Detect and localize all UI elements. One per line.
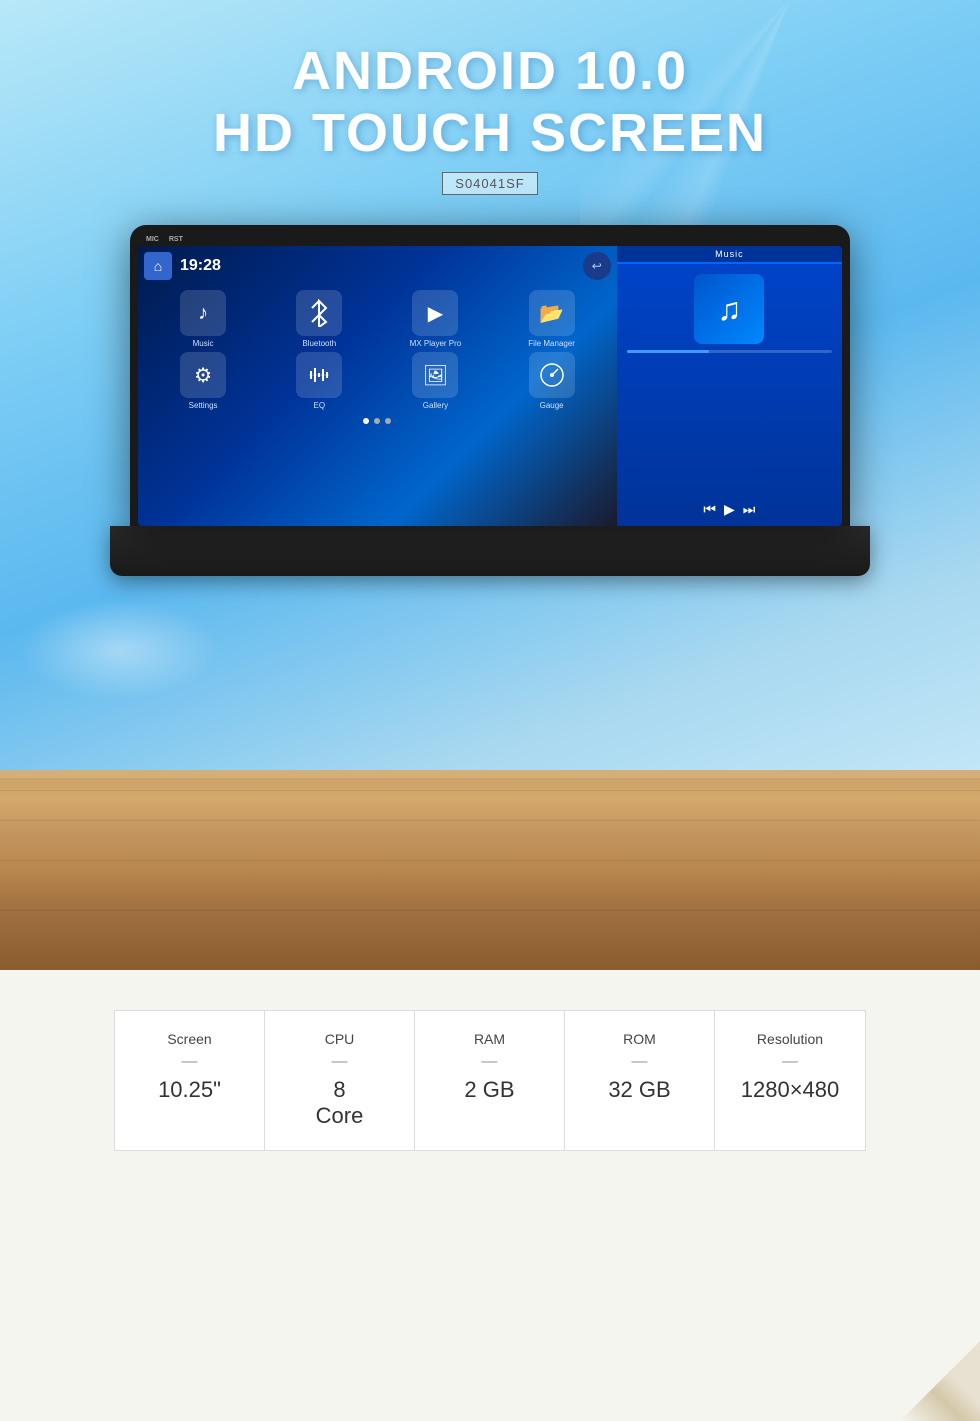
spec-resolution-label: Resolution <box>757 1031 823 1047</box>
settings-app-label: Settings <box>189 401 218 410</box>
music-album-art: ♫ <box>694 274 764 344</box>
spec-screen-value: 10.25" <box>158 1077 221 1103</box>
spec-screen-label: Screen <box>167 1031 211 1047</box>
sky-background: ANDROID 10.0 HD TOUCH SCREEN S04041SF MI… <box>0 0 980 800</box>
screen-top-bar: ⌂ 19:28 ↩ <box>144 252 611 280</box>
wood-grain-1 <box>0 790 980 791</box>
title-block: ANDROID 10.0 HD TOUCH SCREEN S04041SF <box>213 40 767 195</box>
mic-label: MIC <box>146 236 159 243</box>
app-bluetooth[interactable]: Bluetooth <box>264 290 374 348</box>
app-filemanager[interactable]: 📂 File Manager <box>497 290 607 348</box>
clouds-decoration <box>20 600 220 700</box>
wood-grain-2 <box>0 820 980 821</box>
app-music[interactable]: ♪ Music <box>148 290 258 348</box>
spec-rom-value: 32 GB <box>608 1077 670 1103</box>
model-badge: S04041SF <box>442 172 537 195</box>
music-app-icon: ♪ <box>180 290 226 336</box>
eq-app-label: EQ <box>313 401 325 410</box>
music-tab: Music <box>617 246 842 264</box>
spec-ram-divider: — <box>482 1053 498 1071</box>
home-button[interactable]: ⌂ <box>144 252 172 280</box>
spec-cpu-divider: — <box>332 1053 348 1071</box>
dot-2 <box>374 418 380 424</box>
spec-resolution-divider: — <box>782 1053 798 1071</box>
app-settings[interactable]: ⚙ Settings <box>148 352 258 410</box>
filemanager-app-icon: 📂 <box>529 290 575 336</box>
spec-rom-label: ROM <box>623 1031 656 1047</box>
next-track-button[interactable]: ⏭ <box>743 501 756 518</box>
app-mxplayer[interactable]: ▶ MX Player Pro <box>380 290 490 348</box>
app-grid-row2: ⚙ Settings <box>144 348 611 410</box>
rst-label: RST <box>169 236 183 243</box>
bluetooth-app-icon <box>296 290 342 336</box>
app-grid-row1: ♪ Music Bluetooth ▶ <box>144 290 611 348</box>
title-line2: HD TOUCH SCREEN <box>213 102 767 164</box>
spec-cpu-label: CPU <box>325 1031 355 1047</box>
table-edge <box>0 770 980 778</box>
device-screen: ⌂ 19:28 ↩ ♪ Music <box>138 246 842 526</box>
gauge-app-label: Gauge <box>540 401 564 410</box>
music-controls: ⏮ ▶ ⏭ <box>617 501 842 526</box>
mxplayer-app-icon: ▶ <box>412 290 458 336</box>
device-wrapper: MIC RST ⌂ 19:28 ↩ ♪ <box>110 225 870 576</box>
screen-right-panel: Music ♫ ⏮ ▶ ⏭ <box>617 246 842 526</box>
spec-ram: RAM — 2 GB <box>415 1011 565 1150</box>
music-note-icon: ♫ <box>717 291 741 328</box>
gallery-app-icon: 🖼 <box>412 352 458 398</box>
app-gallery[interactable]: 🖼 Gallery <box>380 352 490 410</box>
gallery-app-label: Gallery <box>423 401 448 410</box>
spec-screen-divider: — <box>182 1053 198 1071</box>
settings-app-icon: ⚙ <box>180 352 226 398</box>
spec-screen: Screen — 10.25" <box>115 1011 265 1150</box>
wood-grain-4 <box>0 910 980 911</box>
wood-grain-3 <box>0 860 980 861</box>
dot-1 <box>363 418 369 424</box>
play-pause-button[interactable]: ▶ <box>724 501 735 518</box>
specs-grid: Screen — 10.25" CPU — 8 Core RAM — 2 GB … <box>114 1010 866 1151</box>
page-dots <box>144 418 611 424</box>
eq-app-icon <box>296 352 342 398</box>
filemanager-app-label: File Manager <box>528 339 575 348</box>
prev-track-button[interactable]: ⏮ <box>703 501 716 518</box>
spec-rom-divider: — <box>632 1053 648 1071</box>
app-eq[interactable]: EQ <box>264 352 374 410</box>
spec-cpu: CPU — 8 Core <box>265 1011 415 1150</box>
wood-table <box>0 770 980 970</box>
dot-3 <box>385 418 391 424</box>
device-shell: MIC RST ⌂ 19:28 ↩ ♪ <box>130 225 850 526</box>
spec-rom: ROM — 32 GB <box>565 1011 715 1150</box>
screen-left-panel: ⌂ 19:28 ↩ ♪ Music <box>138 246 617 526</box>
music-progress-fill <box>627 350 709 353</box>
back-button[interactable]: ↩ <box>583 252 611 280</box>
spec-resolution: Resolution — 1280×480 <box>715 1011 865 1150</box>
time-display: 19:28 <box>180 257 221 275</box>
device-base <box>110 526 870 576</box>
device-top-bar: MIC RST <box>138 233 842 246</box>
mxplayer-app-label: MX Player Pro <box>410 339 462 348</box>
bluetooth-app-label: Bluetooth <box>302 339 336 348</box>
music-app-label: Music <box>193 339 214 348</box>
spec-resolution-value: 1280×480 <box>741 1077 840 1103</box>
specs-section: Screen — 10.25" CPU — 8 Core RAM — 2 GB … <box>0 970 980 1421</box>
paper-curl-decoration <box>900 1341 980 1421</box>
spec-ram-value: 2 GB <box>464 1077 514 1103</box>
music-progress-bar <box>627 350 832 353</box>
spec-cpu-value: 8 Core <box>316 1077 364 1130</box>
spec-ram-label: RAM <box>474 1031 505 1047</box>
gauge-app-icon <box>529 352 575 398</box>
app-gauge[interactable]: Gauge <box>497 352 607 410</box>
title-line1: ANDROID 10.0 <box>213 40 767 102</box>
